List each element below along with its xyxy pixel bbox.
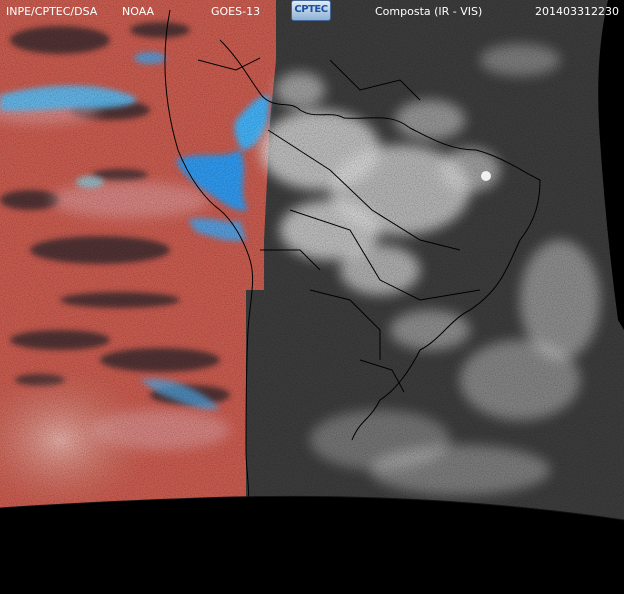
agency-label: NOAA bbox=[122, 5, 155, 18]
institution-label: INPE/CPTEC/DSA bbox=[6, 5, 98, 18]
cptec-logo-text: CPTEC bbox=[294, 4, 328, 15]
satellite-label: GOES-13 bbox=[211, 5, 261, 18]
cptec-logo: CPTEC bbox=[291, 0, 331, 21]
timestamp-label: 201403312230 bbox=[535, 5, 619, 18]
bright-cloud-spot bbox=[481, 171, 491, 181]
image-header: INPE/CPTEC/DSA NOAA GOES-13 CPTEC Compos… bbox=[0, 0, 624, 24]
satellite-image bbox=[0, 0, 624, 594]
product-label: Composta (IR - VIS) bbox=[375, 5, 483, 18]
